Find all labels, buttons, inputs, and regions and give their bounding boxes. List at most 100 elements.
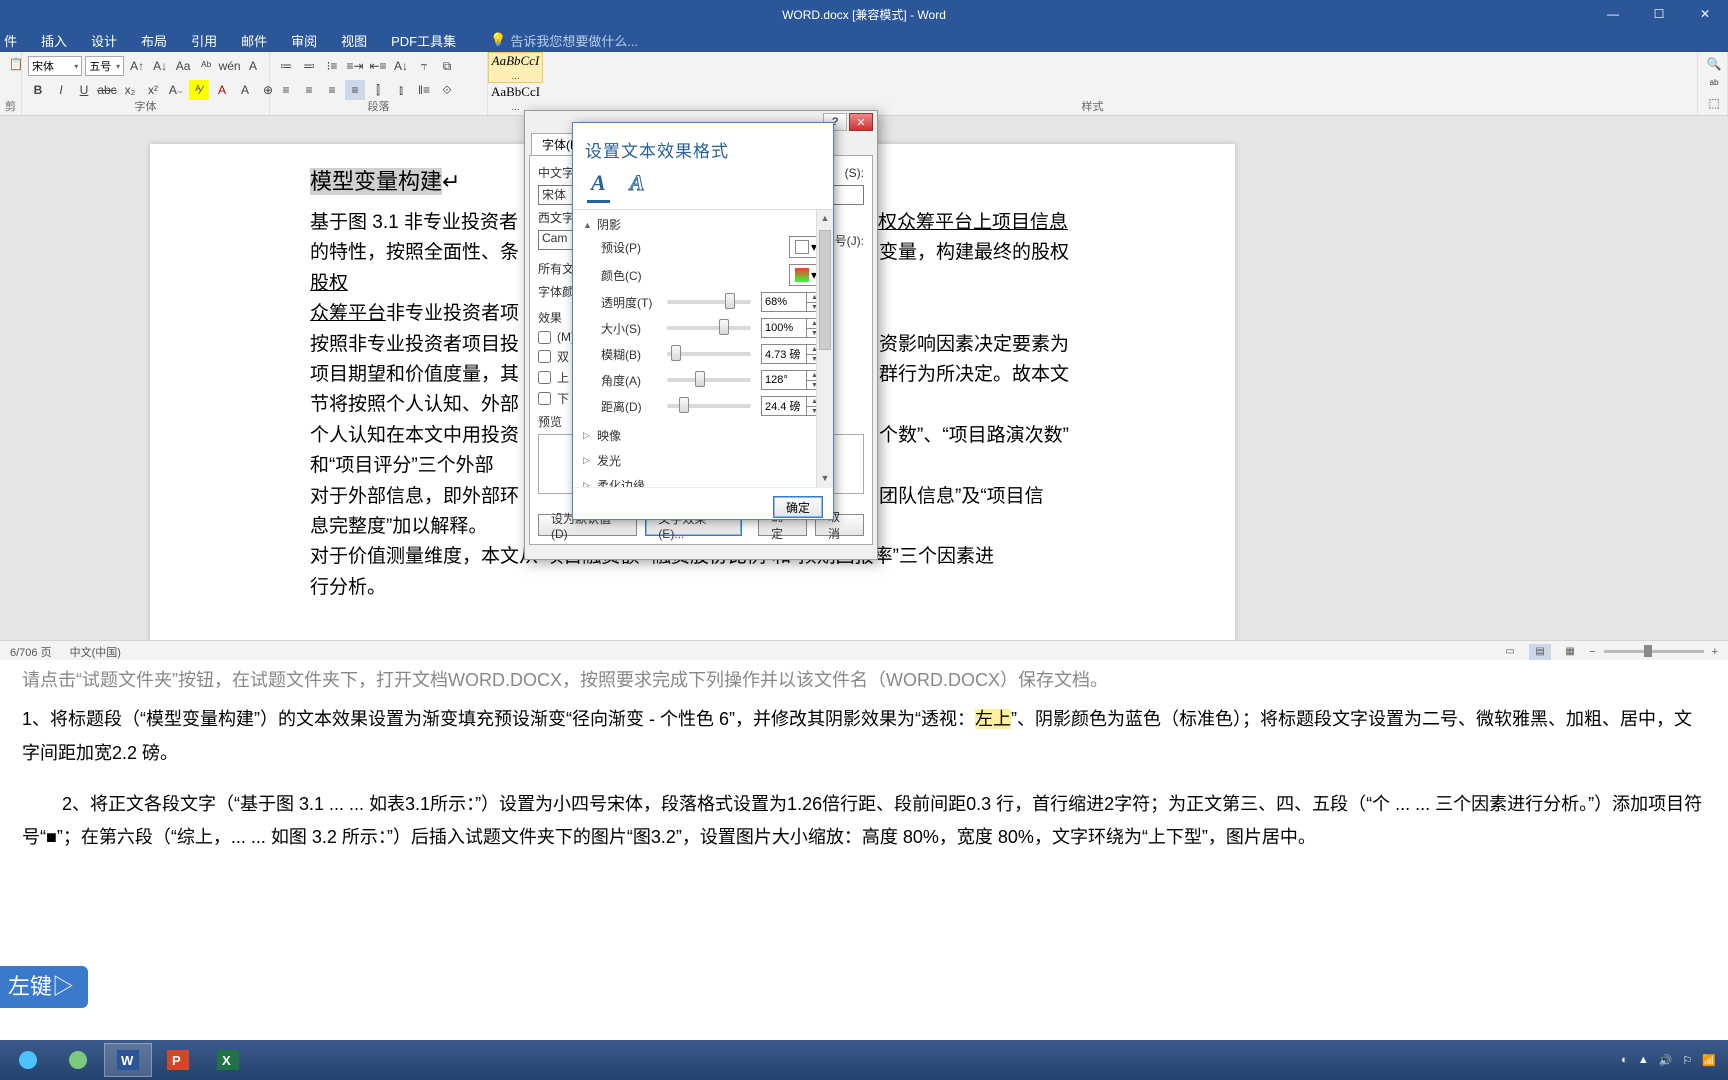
- text-effects-button[interactable]: A₋: [166, 80, 186, 100]
- subscript-button[interactable]: x₂: [120, 80, 140, 100]
- page-count[interactable]: 6/706 页: [10, 644, 52, 660]
- effect-scroll: ▲阴影 预设(P) ▾ 颜色(C) ▾ 透明度(T) ▲▼ 大小(S) ▲▼: [573, 209, 833, 487]
- double-check[interactable]: [538, 350, 551, 363]
- task-browser-icon[interactable]: [54, 1043, 102, 1077]
- zoom-slider[interactable]: [1604, 650, 1704, 653]
- zoom-out-icon[interactable]: −: [1589, 646, 1595, 658]
- down-check[interactable]: [538, 392, 551, 405]
- group-label: 段落: [270, 98, 487, 114]
- sort-icon[interactable]: A↓: [391, 56, 411, 76]
- tray-flag-icon[interactable]: ⚐: [1682, 1054, 1692, 1067]
- group-label: 剪: [0, 98, 21, 114]
- window-minimize-icon[interactable]: —: [1590, 0, 1636, 28]
- task-powerpoint-icon[interactable]: P: [154, 1043, 202, 1077]
- size-spin[interactable]: ▲▼: [761, 318, 823, 338]
- align-center-icon[interactable]: ≡: [299, 80, 319, 100]
- distance-spin[interactable]: ▲▼: [761, 396, 823, 416]
- show-marks-icon[interactable]: ⥾: [414, 56, 434, 76]
- shadow-section[interactable]: ▲阴影: [583, 216, 823, 233]
- distance-slider[interactable]: [667, 404, 751, 408]
- find-icon[interactable]: 🔍: [1704, 54, 1724, 74]
- tray-icon[interactable]: ◐: [1621, 1054, 1628, 1066]
- size-slider[interactable]: [667, 326, 751, 330]
- indent-left-icon[interactable]: ⇤≡: [368, 56, 388, 76]
- status-bar: 6/706 页 中文(中国) ▭ ▤ ▦ − +: [0, 640, 1728, 662]
- tray-network-icon[interactable]: 📶: [1702, 1054, 1716, 1067]
- indent-right-icon[interactable]: ≡⇥: [345, 56, 365, 76]
- clear-format-icon[interactable]: ᴬᵇ: [196, 56, 216, 76]
- tray-icon[interactable]: ▲: [1638, 1054, 1649, 1066]
- line-spacing-icon[interactable]: ⫾: [391, 80, 411, 100]
- blur-slider[interactable]: [667, 352, 751, 356]
- effect-scrollbar[interactable]: ▲▼: [816, 210, 833, 487]
- char-border-icon[interactable]: A: [243, 56, 263, 76]
- transparency-spin[interactable]: ▲▼: [761, 292, 823, 312]
- start-button[interactable]: [4, 1043, 52, 1077]
- tab-item[interactable]: 邮件: [241, 31, 267, 50]
- strike-check[interactable]: [538, 331, 551, 344]
- angle-spin[interactable]: ▲▼: [761, 370, 823, 390]
- distribute-icon[interactable]: ⫿: [368, 80, 388, 100]
- multilevel-icon[interactable]: ⁝≡: [322, 56, 342, 76]
- style-item[interactable]: AaBbCcI...: [488, 52, 543, 83]
- effect-ok-button[interactable]: 确定: [773, 496, 823, 518]
- task-excel-icon[interactable]: X: [204, 1043, 252, 1077]
- window-close-icon[interactable]: ✕: [1682, 0, 1728, 28]
- window-maximize-icon[interactable]: ☐: [1636, 0, 1682, 28]
- highlight-button[interactable]: ᴬ⁄: [189, 80, 209, 100]
- font-size-dropdown[interactable]: 五号: [85, 56, 124, 76]
- language-status[interactable]: 中文(中国): [70, 644, 121, 660]
- superscript-button[interactable]: x²: [143, 80, 163, 100]
- key-hint-overlay: 左键▷: [0, 966, 88, 1008]
- angle-slider[interactable]: [667, 378, 751, 382]
- system-tray[interactable]: ◐ ▲ 🔊 ⚐ 📶: [1621, 1054, 1724, 1067]
- blur-spin[interactable]: ▲▼: [761, 344, 823, 364]
- shading-icon[interactable]: ‖≡: [414, 80, 434, 100]
- zoom-in-icon[interactable]: +: [1712, 646, 1718, 658]
- tab-item[interactable]: 设计: [91, 31, 117, 50]
- align-justify-icon[interactable]: ≡: [345, 80, 365, 100]
- task-word-icon[interactable]: W: [104, 1043, 152, 1077]
- up-check[interactable]: [538, 371, 551, 384]
- tab-item[interactable]: 布局: [141, 31, 167, 50]
- numbering-icon[interactable]: ≕: [299, 56, 319, 76]
- doc-heading[interactable]: 模型变量构建: [310, 168, 442, 195]
- tab-item[interactable]: 视图: [341, 31, 367, 50]
- borders-icon[interactable]: ⟐: [437, 80, 457, 100]
- bullets-icon[interactable]: ≔: [276, 56, 296, 76]
- text-fill-tab-icon[interactable]: A: [587, 170, 610, 203]
- dialog-close-icon[interactable]: ✕: [849, 113, 873, 131]
- shrink-font-icon[interactable]: A↓: [150, 56, 170, 76]
- font-name-dropdown[interactable]: 宋体: [28, 56, 82, 76]
- underline-button[interactable]: U: [74, 80, 94, 100]
- tell-me-search[interactable]: 💡告诉我您想要做什么...: [490, 31, 638, 50]
- glow-section[interactable]: ▷发光: [583, 452, 823, 469]
- transparency-slider[interactable]: [667, 300, 751, 304]
- web-layout-icon[interactable]: ▦: [1559, 644, 1581, 660]
- print-layout-icon[interactable]: ▤: [1529, 644, 1551, 660]
- strike-button[interactable]: abc: [97, 80, 117, 100]
- taskbar: W P X ◐ ▲ 🔊 ⚐ 📶: [0, 1040, 1728, 1080]
- tab-item[interactable]: 审阅: [291, 31, 317, 50]
- read-mode-icon[interactable]: ▭: [1499, 644, 1521, 660]
- tab-item[interactable]: 引用: [191, 31, 217, 50]
- tab-item[interactable]: PDF工具集: [391, 31, 456, 50]
- change-case-icon[interactable]: Aa: [173, 56, 193, 76]
- tray-volume-icon[interactable]: 🔊: [1659, 1054, 1673, 1067]
- grow-font-icon[interactable]: A↑: [127, 56, 147, 76]
- reflection-section[interactable]: ▷映像: [583, 427, 823, 444]
- align-left-icon[interactable]: ≡: [276, 80, 296, 100]
- select-icon[interactable]: ⬚: [1704, 93, 1724, 113]
- replace-icon[interactable]: ᵃᵇ: [1704, 74, 1724, 94]
- soft-edges-section[interactable]: ▷柔化边缘: [583, 477, 823, 487]
- tab-item[interactable]: 插入: [41, 31, 67, 50]
- snap-icon[interactable]: ⧉: [437, 56, 457, 76]
- phonetic-icon[interactable]: wén: [219, 56, 240, 76]
- text-outline-tab-icon[interactable]: A: [626, 170, 649, 203]
- font-color-button[interactable]: A: [212, 80, 232, 100]
- char-shading-button[interactable]: A: [235, 80, 255, 100]
- align-right-icon[interactable]: ≡: [322, 80, 342, 100]
- bold-button[interactable]: B: [28, 80, 48, 100]
- tab-item[interactable]: 件: [4, 31, 17, 50]
- italic-button[interactable]: I: [51, 80, 71, 100]
